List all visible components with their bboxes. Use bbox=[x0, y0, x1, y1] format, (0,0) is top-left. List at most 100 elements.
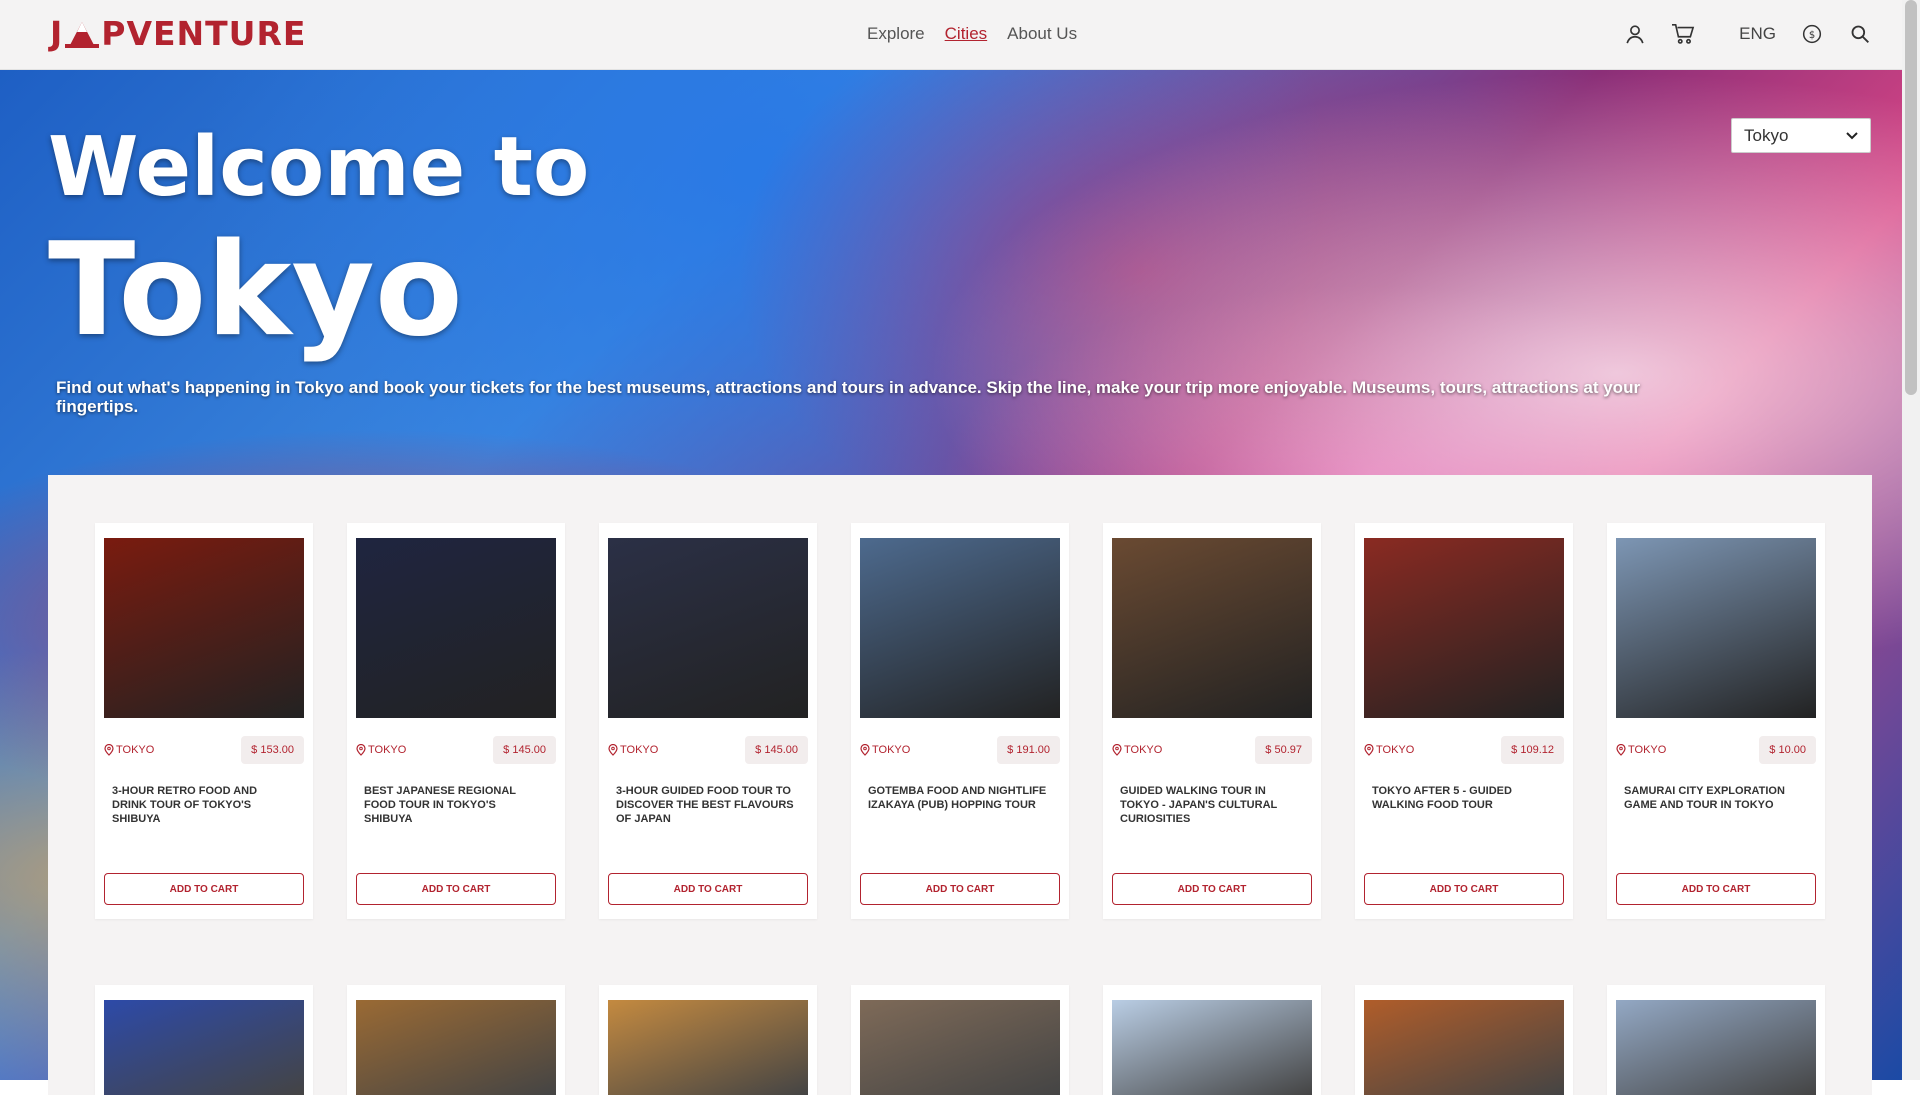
tour-meta: TOKYO $ 109.12 bbox=[1364, 733, 1564, 767]
tour-card-partial[interactable] bbox=[1607, 985, 1825, 1095]
tour-price: $ 50.97 bbox=[1255, 736, 1312, 764]
tour-price: $ 10.00 bbox=[1759, 736, 1816, 764]
tour-location-text: TOKYO bbox=[620, 744, 659, 756]
tour-card-partial[interactable] bbox=[1103, 985, 1321, 1095]
tour-card[interactable]: TOKYO $ 145.00 3-HOUR GUIDED FOOD TOUR T… bbox=[599, 523, 817, 919]
nav-cities[interactable]: Cities bbox=[945, 24, 988, 44]
tour-location: TOKYO bbox=[1364, 744, 1414, 756]
tour-image[interactable] bbox=[860, 1000, 1060, 1095]
tour-card-partial[interactable] bbox=[95, 985, 313, 1095]
header-actions: ENG $ bbox=[1623, 22, 1872, 46]
tour-title[interactable]: 3-HOUR RETRO FOOD AND DRINK TOUR OF TOKY… bbox=[112, 784, 292, 826]
location-pin-icon bbox=[104, 744, 114, 756]
tour-meta: TOKYO $ 50.97 bbox=[1112, 733, 1312, 767]
nav-explore[interactable]: Explore bbox=[867, 24, 925, 44]
tour-location-text: TOKYO bbox=[368, 744, 407, 756]
tour-location-text: TOKYO bbox=[1124, 744, 1163, 756]
hero-title-line1: Welcome to bbox=[48, 120, 590, 215]
tour-image[interactable] bbox=[356, 538, 556, 718]
tour-card[interactable]: TOKYO $ 109.12 TOKYO AFTER 5 - GUIDED WA… bbox=[1355, 523, 1573, 919]
tour-image[interactable] bbox=[1364, 538, 1564, 718]
tour-title[interactable]: GUIDED WALKING TOUR IN TOKYO - JAPAN'S C… bbox=[1120, 784, 1300, 826]
tour-location-text: TOKYO bbox=[116, 744, 155, 756]
tour-meta: TOKYO $ 145.00 bbox=[356, 733, 556, 767]
hero-title: Welcome to Tokyo bbox=[48, 120, 589, 366]
tour-image[interactable] bbox=[1112, 538, 1312, 718]
tour-title[interactable]: SAMURAI CITY EXPLORATION GAME AND TOUR I… bbox=[1624, 784, 1804, 812]
tour-image[interactable] bbox=[356, 1000, 556, 1095]
tour-price: $ 145.00 bbox=[745, 736, 808, 764]
tour-meta: TOKYO $ 145.00 bbox=[608, 733, 808, 767]
tour-title[interactable]: 3-HOUR GUIDED FOOD TOUR TO DISCOVER THE … bbox=[616, 784, 796, 826]
location-pin-icon bbox=[860, 744, 870, 756]
tour-card[interactable]: TOKYO $ 145.00 BEST JAPANESE REGIONAL FO… bbox=[347, 523, 565, 919]
tour-card[interactable]: TOKYO $ 153.00 3-HOUR RETRO FOOD AND DRI… bbox=[95, 523, 313, 919]
city-select[interactable]: Tokyo bbox=[1731, 118, 1871, 153]
location-pin-icon bbox=[1112, 744, 1122, 756]
tour-card-partial[interactable] bbox=[851, 985, 1069, 1095]
tour-image[interactable] bbox=[104, 1000, 304, 1095]
tour-meta: TOKYO $ 191.00 bbox=[860, 733, 1060, 767]
city-select-value: Tokyo bbox=[1744, 125, 1789, 145]
tour-image[interactable] bbox=[1364, 1000, 1564, 1095]
tours-panel: TOKYO $ 153.00 3-HOUR RETRO FOOD AND DRI… bbox=[48, 475, 1872, 1095]
tour-location: TOKYO bbox=[104, 744, 154, 756]
tour-price: $ 109.12 bbox=[1501, 736, 1564, 764]
tour-title[interactable]: BEST JAPANESE REGIONAL FOOD TOUR IN TOKY… bbox=[364, 784, 544, 826]
tour-image[interactable] bbox=[860, 538, 1060, 718]
tour-location-text: TOKYO bbox=[872, 744, 911, 756]
add-to-cart-button[interactable]: ADD TO CART bbox=[1364, 873, 1564, 905]
currency-icon[interactable]: $ bbox=[1800, 22, 1824, 46]
add-to-cart-button[interactable]: ADD TO CART bbox=[1112, 873, 1312, 905]
location-pin-icon bbox=[608, 744, 618, 756]
tour-location: TOKYO bbox=[1112, 744, 1162, 756]
hero-description: Find out what's happening in Tokyo and b… bbox=[56, 378, 1641, 416]
tour-title[interactable]: TOKYO AFTER 5 - GUIDED WALKING FOOD TOUR bbox=[1372, 784, 1552, 812]
tour-meta: TOKYO $ 153.00 bbox=[104, 733, 304, 767]
location-pin-icon bbox=[1364, 744, 1374, 756]
tour-title[interactable]: GOTEMBA FOOD AND NIGHTLIFE IZAKAYA (PUB)… bbox=[868, 784, 1048, 812]
page-scrollbar[interactable] bbox=[1902, 0, 1920, 1080]
chevron-down-icon bbox=[1846, 131, 1858, 139]
svg-text:$: $ bbox=[1809, 30, 1815, 41]
tour-image[interactable] bbox=[608, 1000, 808, 1095]
tour-location: TOKYO bbox=[860, 744, 910, 756]
tour-location: TOKYO bbox=[608, 744, 658, 756]
add-to-cart-button[interactable]: ADD TO CART bbox=[608, 873, 808, 905]
add-to-cart-button[interactable]: ADD TO CART bbox=[860, 873, 1060, 905]
tour-image[interactable] bbox=[608, 538, 808, 718]
add-to-cart-button[interactable]: ADD TO CART bbox=[104, 873, 304, 905]
tour-price: $ 153.00 bbox=[241, 736, 304, 764]
tour-image[interactable] bbox=[1112, 1000, 1312, 1095]
tour-image[interactable] bbox=[1616, 538, 1816, 718]
search-icon[interactable] bbox=[1848, 22, 1872, 46]
nav-about-us[interactable]: About Us bbox=[1007, 24, 1077, 44]
tour-image[interactable] bbox=[104, 538, 304, 718]
tour-card[interactable]: TOKYO $ 10.00 SAMURAI CITY EXPLORATION G… bbox=[1607, 523, 1825, 919]
tour-meta: TOKYO $ 10.00 bbox=[1616, 733, 1816, 767]
tour-card-partial[interactable] bbox=[347, 985, 565, 1095]
tour-location: TOKYO bbox=[356, 744, 406, 756]
tour-image[interactable] bbox=[1616, 1000, 1816, 1095]
language-selector[interactable]: ENG bbox=[1739, 24, 1776, 44]
tour-location-text: TOKYO bbox=[1376, 744, 1415, 756]
tour-location: TOKYO bbox=[1616, 744, 1666, 756]
tour-location-text: TOKYO bbox=[1628, 744, 1667, 756]
add-to-cart-button[interactable]: ADD TO CART bbox=[1616, 873, 1816, 905]
mountain-logo-icon bbox=[65, 21, 100, 48]
tour-card-partial[interactable] bbox=[599, 985, 817, 1095]
tour-card[interactable]: TOKYO $ 50.97 GUIDED WALKING TOUR IN TOK… bbox=[1103, 523, 1321, 919]
add-to-cart-button[interactable]: ADD TO CART bbox=[356, 873, 556, 905]
main-nav: Explore Cities About Us bbox=[867, 24, 1077, 44]
tour-price: $ 145.00 bbox=[493, 736, 556, 764]
tour-card-partial[interactable] bbox=[1355, 985, 1573, 1095]
tour-price: $ 191.00 bbox=[997, 736, 1060, 764]
logo-letter-j: J bbox=[50, 14, 64, 53]
tour-card[interactable]: TOKYO $ 191.00 GOTEMBA FOOD AND NIGHTLIF… bbox=[851, 523, 1069, 919]
scrollbar-thumb[interactable] bbox=[1905, 0, 1917, 395]
brand-logo[interactable]: J PVENTURE bbox=[50, 14, 306, 53]
top-navbar: J PVENTURE Explore Cities About Us ENG $ bbox=[0, 0, 1902, 70]
user-icon[interactable] bbox=[1623, 22, 1647, 46]
logo-word: PVENTURE bbox=[101, 14, 307, 53]
cart-icon[interactable] bbox=[1671, 22, 1695, 46]
